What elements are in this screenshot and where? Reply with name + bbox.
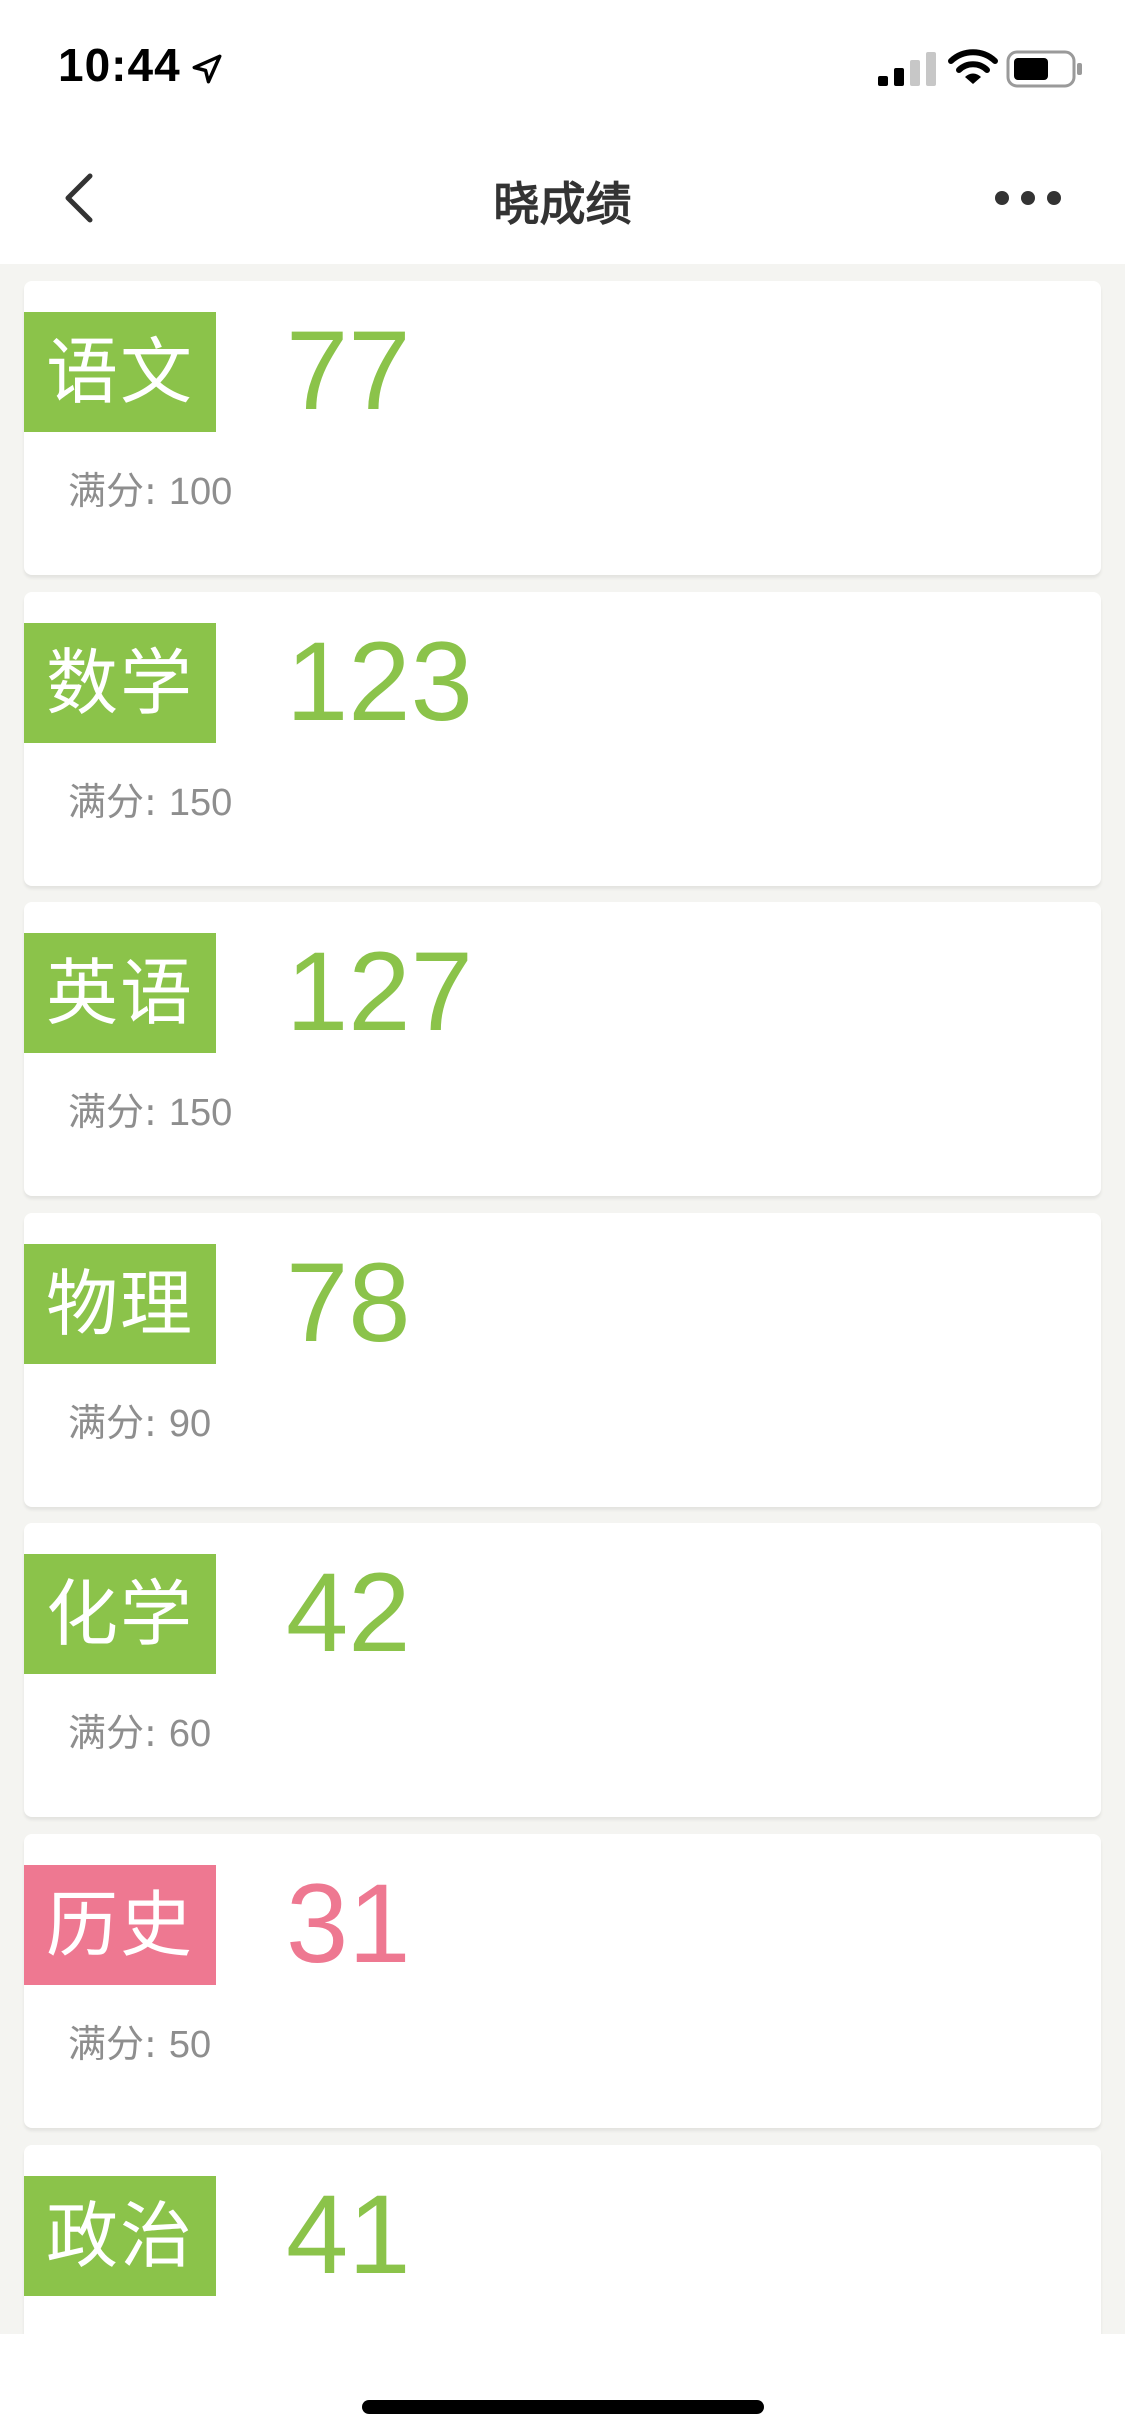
score-value: 123 xyxy=(286,619,473,744)
score-value: 77 xyxy=(286,308,411,433)
subject-badge: 英语 xyxy=(24,933,216,1053)
status-time: 10:44 xyxy=(58,39,181,91)
nav-bar: 晓成绩 xyxy=(0,132,1125,264)
score-card[interactable]: 化学 42 满分: 60 xyxy=(24,1523,1101,1817)
full-score-label: 满分: 60 xyxy=(68,1705,211,1762)
full-score-prefix: 满分: xyxy=(68,1401,169,1445)
cellular-signal-icon xyxy=(878,52,936,86)
status-bar: 10:44 xyxy=(0,0,1125,132)
battery-icon xyxy=(1006,50,1082,88)
full-score-label: 满分: 90 xyxy=(68,1395,211,1452)
score-value: 127 xyxy=(286,929,473,1054)
subject-badge: 历史 xyxy=(24,1865,216,1985)
score-card[interactable]: 数学 123 满分: 150 xyxy=(24,592,1101,886)
subject-badge: 化学 xyxy=(24,1554,216,1674)
full-score-label: 满分: 150 xyxy=(68,1084,232,1141)
wifi-icon xyxy=(948,49,998,84)
full-score-label: 满分: 150 xyxy=(68,774,232,831)
score-card[interactable]: 历史 31 满分: 50 xyxy=(24,1834,1101,2128)
full-score-prefix: 满分: xyxy=(68,1711,169,1755)
subject-badge: 语文 xyxy=(24,312,216,432)
full-score-value: 90 xyxy=(168,1403,212,1445)
full-score-prefix: 满分: xyxy=(68,780,169,824)
full-score-value: 150 xyxy=(168,782,233,824)
subject-badge: 物理 xyxy=(24,1244,216,1364)
full-score-value: 60 xyxy=(168,1713,212,1755)
location-arrow-icon xyxy=(192,54,222,84)
score-list[interactable]: 语文 77 满分: 100 数学 123 满分: 150 英语 127 满分: … xyxy=(0,264,1125,2334)
score-value: 31 xyxy=(286,1861,411,1986)
full-score-prefix: 满分: xyxy=(68,2022,169,2066)
full-score-label: 满分: 100 xyxy=(68,463,232,520)
full-score-prefix: 满分: xyxy=(68,469,169,513)
full-score-value: 150 xyxy=(168,1092,233,1134)
score-value: 42 xyxy=(286,1550,411,1675)
score-value: 41 xyxy=(286,2172,411,2297)
score-card[interactable]: 政治 41 xyxy=(24,2145,1101,2334)
home-indicator-area xyxy=(0,2334,1125,2436)
page-title: 晓成绩 xyxy=(493,177,632,231)
full-score-prefix: 满分: xyxy=(68,1090,169,1134)
home-indicator[interactable] xyxy=(362,2400,764,2414)
full-score-value: 100 xyxy=(168,471,233,513)
score-card[interactable]: 语文 77 满分: 100 xyxy=(24,281,1101,575)
subject-badge: 数学 xyxy=(24,623,216,743)
subject-badge: 政治 xyxy=(24,2176,216,2296)
more-options-button[interactable] xyxy=(988,176,1068,220)
score-card[interactable]: 英语 127 满分: 150 xyxy=(24,902,1101,1196)
full-score-label: 满分: 50 xyxy=(68,2016,211,2073)
full-score-value: 50 xyxy=(168,2024,212,2066)
score-card[interactable]: 物理 78 满分: 90 xyxy=(24,1213,1101,1507)
score-value: 78 xyxy=(286,1240,411,1365)
